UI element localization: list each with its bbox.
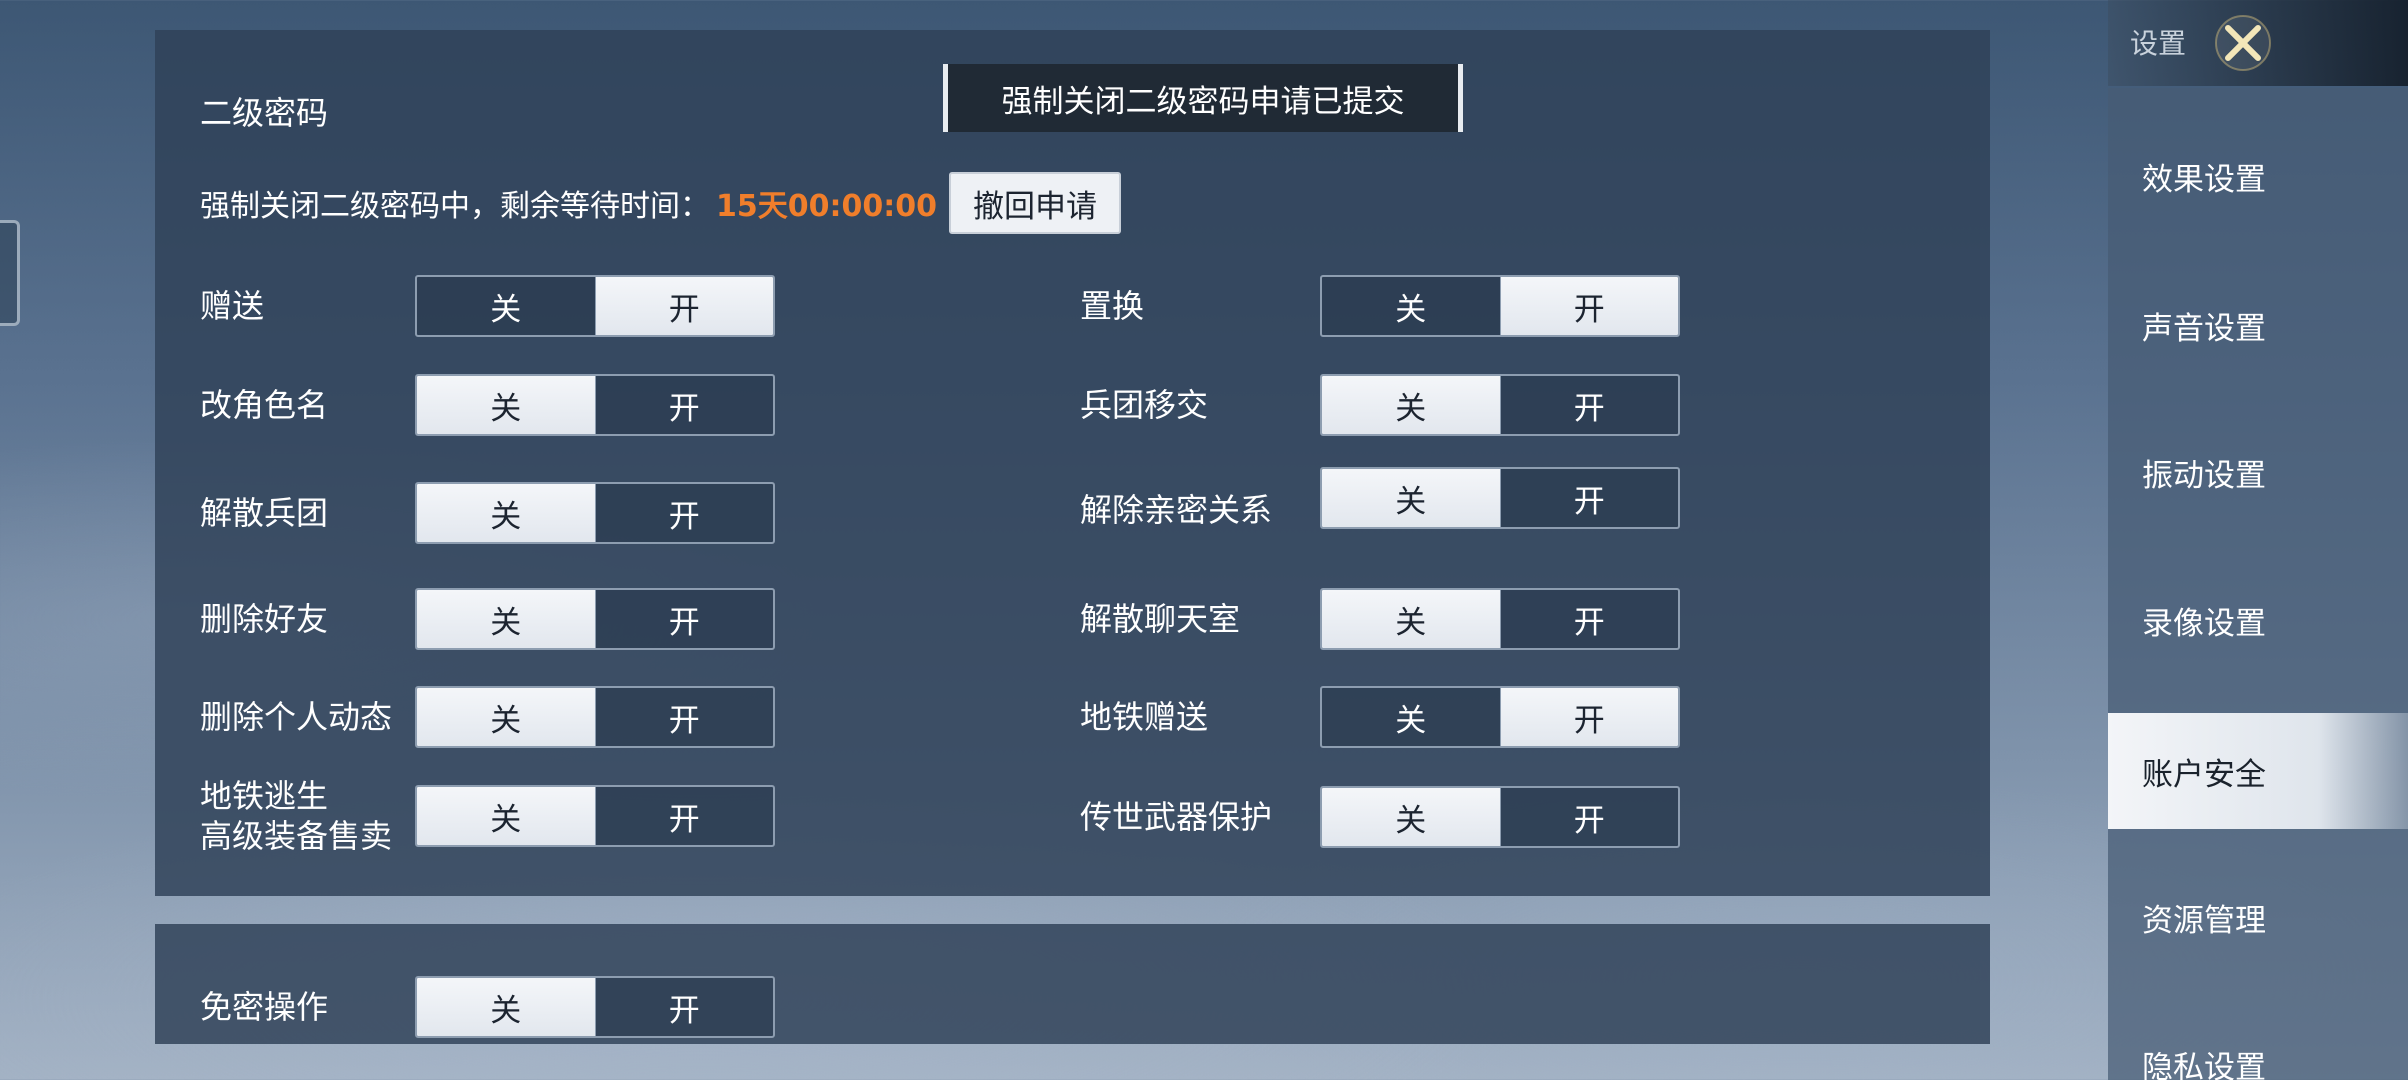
toggle-off-option[interactable]: 关 [417,688,595,746]
submitted-toast: 强制关闭二级密码申请已提交 [943,64,1463,132]
setting-label: 删除好友 [200,600,329,638]
toggle-off-option[interactable]: 关 [1322,590,1500,648]
toggle-on-option[interactable]: 开 [594,978,774,1036]
setting-label: 免密操作 [200,988,329,1026]
toggle-off-option[interactable]: 关 [417,484,595,542]
toggle-off-option[interactable]: 关 [1322,277,1500,335]
setting-row-rename: 改角色名 关 开 [200,374,775,436]
toggle-off-option[interactable]: 关 [417,376,595,434]
toggle-off-option[interactable]: 关 [1322,376,1500,434]
toggle-disband-legion[interactable]: 关 开 [415,482,775,544]
setting-label: 兵团移交 [1080,386,1209,424]
section-title: 二级密码 [200,94,329,132]
toggle-on-option[interactable]: 开 [594,484,774,542]
setting-row-disband-legion: 解散兵团 关 开 [200,482,775,544]
toggle-on-option[interactable]: 开 [1499,277,1678,335]
setting-row-metro-gift: 地铁赠送 关 开 [1080,686,1680,748]
toggle-on-option[interactable]: 开 [1499,376,1679,434]
sidebar-item-resources[interactable]: 资源管理 [2108,859,2408,975]
revoke-request-button[interactable]: 撤回申请 [949,172,1121,234]
toggle-legacy-weapon-protection[interactable]: 关 开 [1320,786,1680,848]
close-x-icon[interactable] [2212,12,2274,74]
setting-row-delete-moments: 删除个人动态 关 开 [200,686,775,748]
wait-label: 强制关闭二级密码中，剩余等待时间： [200,189,710,224]
setting-label: 改角色名 [200,386,329,424]
side-drawer-handle[interactable] [0,220,20,326]
sidebar-item-recording[interactable]: 录像设置 [2108,562,2408,678]
setting-row-legacy-weapon-protection: 传世武器保护 关 开 [1080,786,1680,848]
setting-label-two-line: 地铁逃生 高级装备售卖 [200,776,415,856]
toggle-exchange[interactable]: 关 开 [1320,275,1680,337]
label-line-2: 高级装备售卖 [200,817,393,855]
toggle-on-option[interactable]: 开 [1499,688,1678,746]
toggle-gift[interactable]: 关 开 [415,275,775,337]
toggle-delete-friend[interactable]: 关 开 [415,588,775,650]
setting-label: 置换 [1080,287,1145,325]
setting-row-legion-transfer: 兵团移交 关 开 [1080,374,1680,436]
label-line-1: 地铁逃生 [200,777,329,815]
toggle-on-option[interactable]: 开 [594,787,774,845]
setting-row-end-intimacy: 解除亲密关系 关 开 [1080,466,1680,530]
setting-label: 解除亲密关系 [1080,491,1273,529]
sidebar-item-privacy[interactable]: 隐私设置 [2108,1006,2408,1080]
toggle-delete-moments[interactable]: 关 开 [415,686,775,748]
setting-label: 解散兵团 [200,494,329,532]
toggle-disband-chatroom[interactable]: 关 开 [1320,588,1680,650]
setting-row-metro-gear-sale: 地铁逃生 高级装备售卖 关 开 [200,776,775,856]
setting-label: 地铁赠送 [1080,698,1209,736]
toggle-on-option[interactable]: 开 [594,590,774,648]
setting-label: 解散聊天室 [1080,600,1241,638]
sidebar-item-sound[interactable]: 声音设置 [2108,267,2408,383]
toggle-end-intimacy[interactable]: 关 开 [1320,467,1680,529]
sidebar-item-vibration[interactable]: 振动设置 [2108,414,2408,530]
toggle-off-option[interactable]: 关 [1322,688,1500,746]
setting-label: 删除个人动态 [200,698,393,736]
sidebar-item-account-security[interactable]: 账户安全 [2108,713,2408,829]
setting-row-disband-chatroom: 解散聊天室 关 开 [1080,588,1680,650]
wait-countdown: 15天00:00:00 [716,189,937,224]
toggle-metro-gift[interactable]: 关 开 [1320,686,1680,748]
toggle-on-option[interactable]: 开 [1499,788,1679,846]
toggle-password-free[interactable]: 关 开 [415,976,775,1038]
sidebar-header: 设置 [2108,0,2408,86]
sidebar-title: 设置 [2130,27,2187,60]
setting-row-delete-friend: 删除好友 关 开 [200,588,775,650]
force-close-status: 强制关闭二级密码中，剩余等待时间： 15天00:00:00 撤回申请 [200,172,1121,234]
toggle-off-option[interactable]: 关 [417,590,595,648]
settings-sidebar: 设置 效果设置 声音设置 振动设置 录像设置 账户安全 资源管理 隐私设置 [2108,0,2408,1080]
secondary-password-panel: 二级密码 强制关闭二级密码申请已提交 强制关闭二级密码中，剩余等待时间： 15天… [155,30,1990,896]
toggle-rename[interactable]: 关 开 [415,374,775,436]
toggle-on-option[interactable]: 开 [594,277,773,335]
setting-row-exchange: 置换 关 开 [1080,275,1680,337]
setting-row-password-free: 免密操作 关 开 [200,976,775,1038]
toggle-off-option[interactable]: 关 [1322,469,1500,527]
password-free-panel: 免密操作 关 开 [155,924,1990,1044]
toggle-on-option[interactable]: 开 [594,376,774,434]
toggle-off-option[interactable]: 关 [417,978,595,1036]
toggle-metro-gear-sale[interactable]: 关 开 [415,785,775,847]
setting-row-gift: 赠送 关 开 [200,275,775,337]
toggle-on-option[interactable]: 开 [1499,590,1679,648]
toggle-legion-transfer[interactable]: 关 开 [1320,374,1680,436]
setting-label: 赠送 [200,287,265,325]
toggle-off-option[interactable]: 关 [417,277,595,335]
sidebar-menu: 效果设置 声音设置 振动设置 录像设置 账户安全 资源管理 隐私设置 [2108,88,2408,1080]
setting-label: 传世武器保护 [1080,798,1273,836]
toggle-off-option[interactable]: 关 [417,787,595,845]
toggle-on-option[interactable]: 开 [594,688,774,746]
toggle-on-option[interactable]: 开 [1499,469,1679,527]
toggle-off-option[interactable]: 关 [1322,788,1500,846]
sidebar-item-effects[interactable]: 效果设置 [2108,118,2408,234]
